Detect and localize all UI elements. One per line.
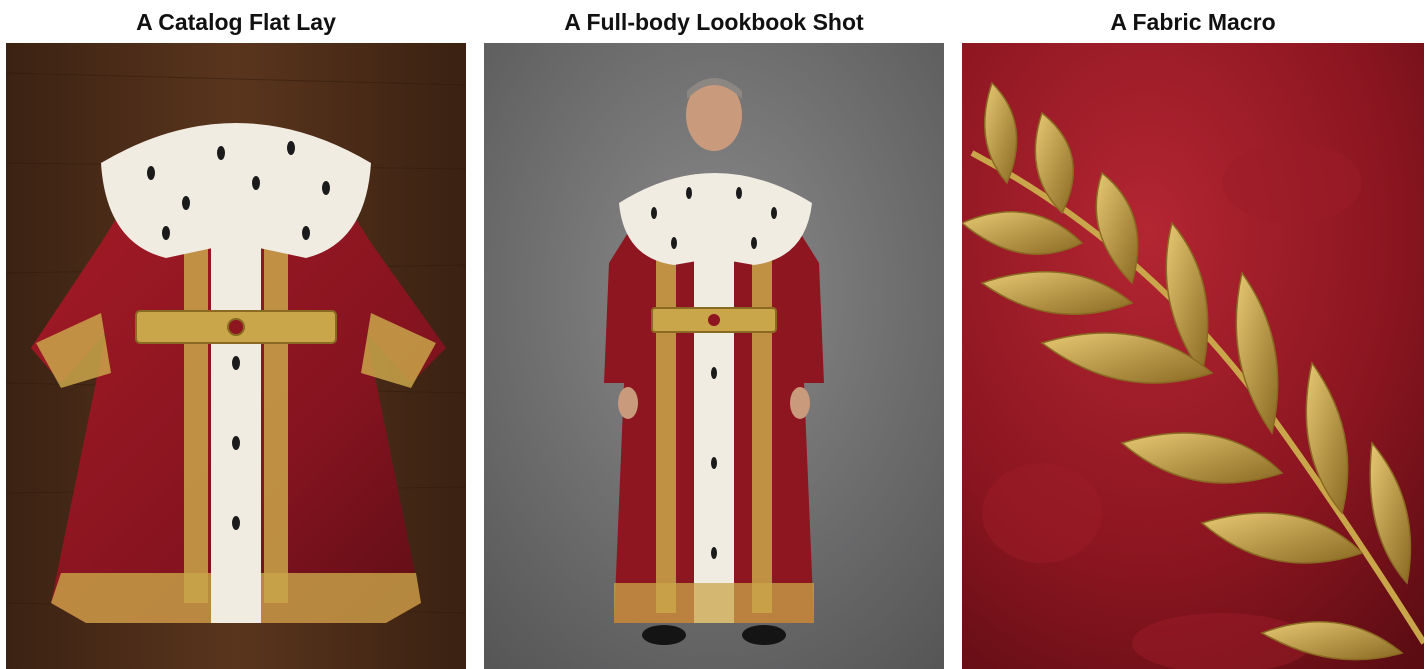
- panel-title: A Full-body Lookbook Shot: [564, 9, 864, 35]
- ermine-front-panel: [211, 223, 261, 623]
- ermine-front-panel: [694, 238, 734, 623]
- hem-embroidery: [614, 583, 814, 623]
- panel-title: A Catalog Flat Lay: [136, 9, 336, 35]
- flat-lay-photo: [6, 43, 466, 669]
- lookbook-photo: [484, 43, 944, 669]
- panel-fabric-macro: A Fabric Macro: [962, 0, 1424, 669]
- panel-title: A Fabric Macro: [1110, 9, 1276, 35]
- panel-lookbook: A Full-body Lookbook Shot: [484, 0, 944, 669]
- fabric-macro-photo: [962, 43, 1424, 669]
- ermine-collar: [101, 123, 371, 258]
- panel-flat-lay: A Catalog Flat Lay: [6, 0, 466, 669]
